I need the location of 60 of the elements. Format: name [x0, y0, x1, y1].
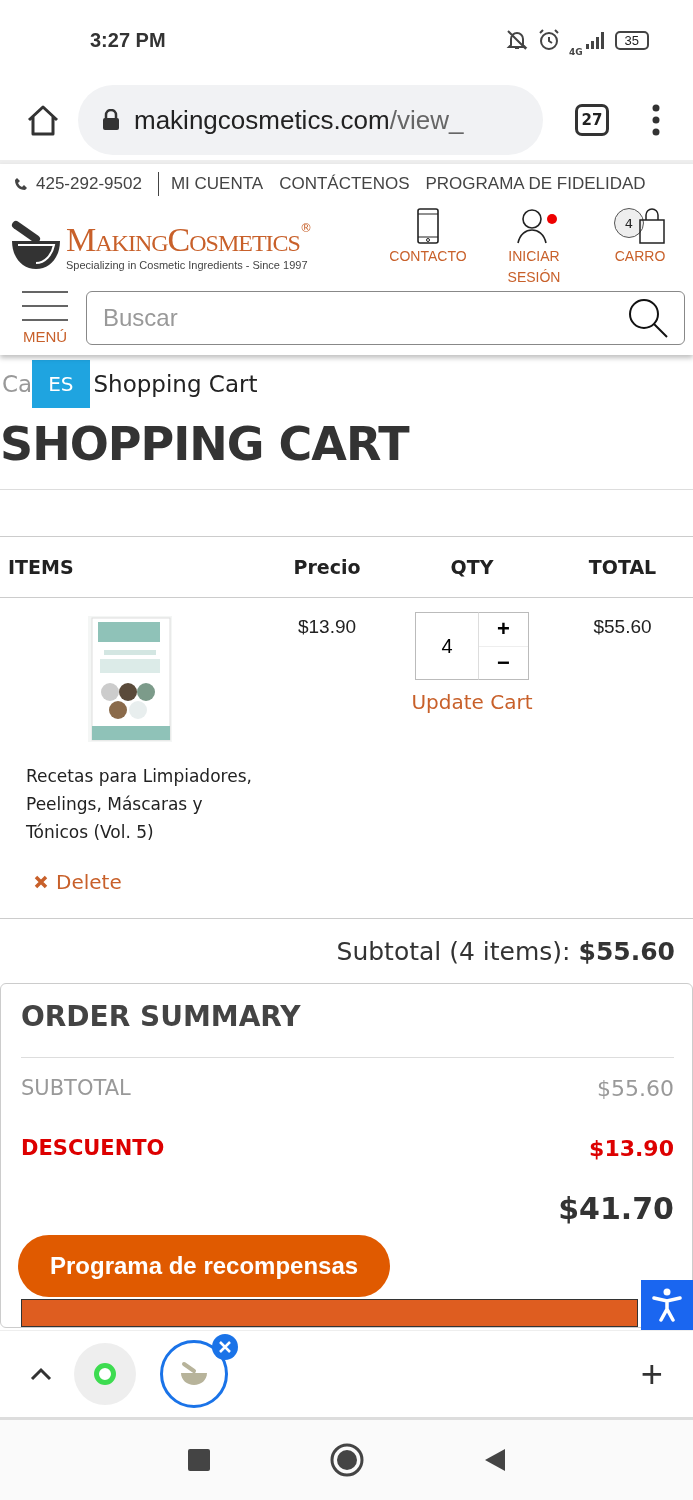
product-name[interactable]: Recetas para Limpiadores, Peelings, Máscaras y Tónicos (Vol. 5) — [26, 762, 262, 846]
accessibility-icon — [652, 1288, 682, 1322]
checkout-button[interactable] — [21, 1299, 638, 1327]
home-icon[interactable] — [26, 104, 60, 136]
phone-icon — [14, 177, 28, 191]
close-icon — [34, 875, 48, 889]
summary-value: $55.60 — [597, 1075, 674, 1101]
column-header: ITEMS — [7, 556, 75, 578]
subtotal-value: $55.60 — [578, 936, 675, 966]
home-icon[interactable] — [329, 1443, 364, 1477]
mortar-pestle-icon — [179, 1361, 209, 1387]
top-link[interactable]: MI CUENTA — [170, 174, 264, 194]
column-header: TOTAL — [587, 556, 658, 578]
recent-apps-icon[interactable] — [187, 1449, 210, 1471]
breadcrumb-current: Shopping Cart — [93, 371, 258, 397]
column-header: QTY — [449, 556, 495, 578]
summary-label: DESCUENTO — [21, 1136, 165, 1160]
cart-count-badge: 4 — [614, 208, 644, 238]
top-link[interactable]: PROGRAMA DE FIDELIDAD — [425, 174, 646, 194]
top-link[interactable]: CONTÁCTENOS — [279, 174, 410, 194]
update-cart-link[interactable]: Update Cart — [411, 690, 533, 714]
muted-bell-icon — [504, 29, 529, 51]
address-bar[interactable]: makingcosmetics.com/view_ — [78, 85, 543, 155]
delete-button[interactable]: Delete — [34, 870, 262, 894]
menu-icon[interactable] — [22, 290, 68, 322]
registered-mark: ® — [299, 221, 312, 235]
search-field[interactable]: Buscar — [86, 291, 685, 345]
status-time: 3:27 PM — [90, 28, 166, 52]
battery-indicator: 35 — [614, 30, 649, 50]
more-menu-icon[interactable] — [651, 104, 661, 136]
summary-value: $13.90 — [589, 1135, 674, 1161]
order-summary-title: ORDER SUMMARY — [21, 1000, 674, 1058]
header-action-label[interactable]: CONTACTO — [389, 246, 467, 267]
signal-icon — [584, 31, 607, 49]
back-icon[interactable] — [483, 1448, 506, 1472]
network-label: 4G — [568, 47, 583, 57]
menu-label[interactable]: MENÚ — [22, 328, 68, 345]
search-icon[interactable] — [627, 297, 669, 339]
line-total: $55.60 — [592, 615, 653, 639]
header-action-label[interactable]: CARRO — [614, 246, 666, 267]
tab-switcher-button[interactable]: 27 — [575, 104, 609, 136]
unit-price: $13.90 — [296, 615, 358, 639]
summary-value: $41.70 — [558, 1190, 674, 1226]
shopping-bag-icon[interactable] — [638, 208, 666, 244]
chevron-up-icon[interactable] — [30, 1367, 52, 1381]
column-header: Precio — [292, 556, 362, 578]
close-icon[interactable] — [212, 1334, 238, 1360]
brand-name: MakingCosmetics — [66, 221, 300, 259]
quantity-field[interactable]: 4 — [415, 612, 479, 680]
brand-tagline: Specializing in Cosmetic Ingredients - Since 1997 — [66, 259, 309, 271]
rewards-button[interactable]: Programa de recompensas — [18, 1235, 391, 1297]
phone-number[interactable]: 425-292-9502 — [36, 174, 142, 194]
lock-icon — [102, 109, 120, 131]
page-title: SHOPPING CART — [0, 417, 693, 490]
subtotal-label: Subtotal (4 items): — [336, 936, 571, 966]
smartphone-icon[interactable] — [416, 208, 440, 244]
summary-label: SUBTOTAL — [21, 1076, 131, 1100]
new-tab-button[interactable]: + — [640, 1352, 663, 1396]
accessibility-button[interactable] — [641, 1280, 693, 1330]
header-action-label[interactable]: INICIAR SESIÓN — [491, 246, 577, 288]
